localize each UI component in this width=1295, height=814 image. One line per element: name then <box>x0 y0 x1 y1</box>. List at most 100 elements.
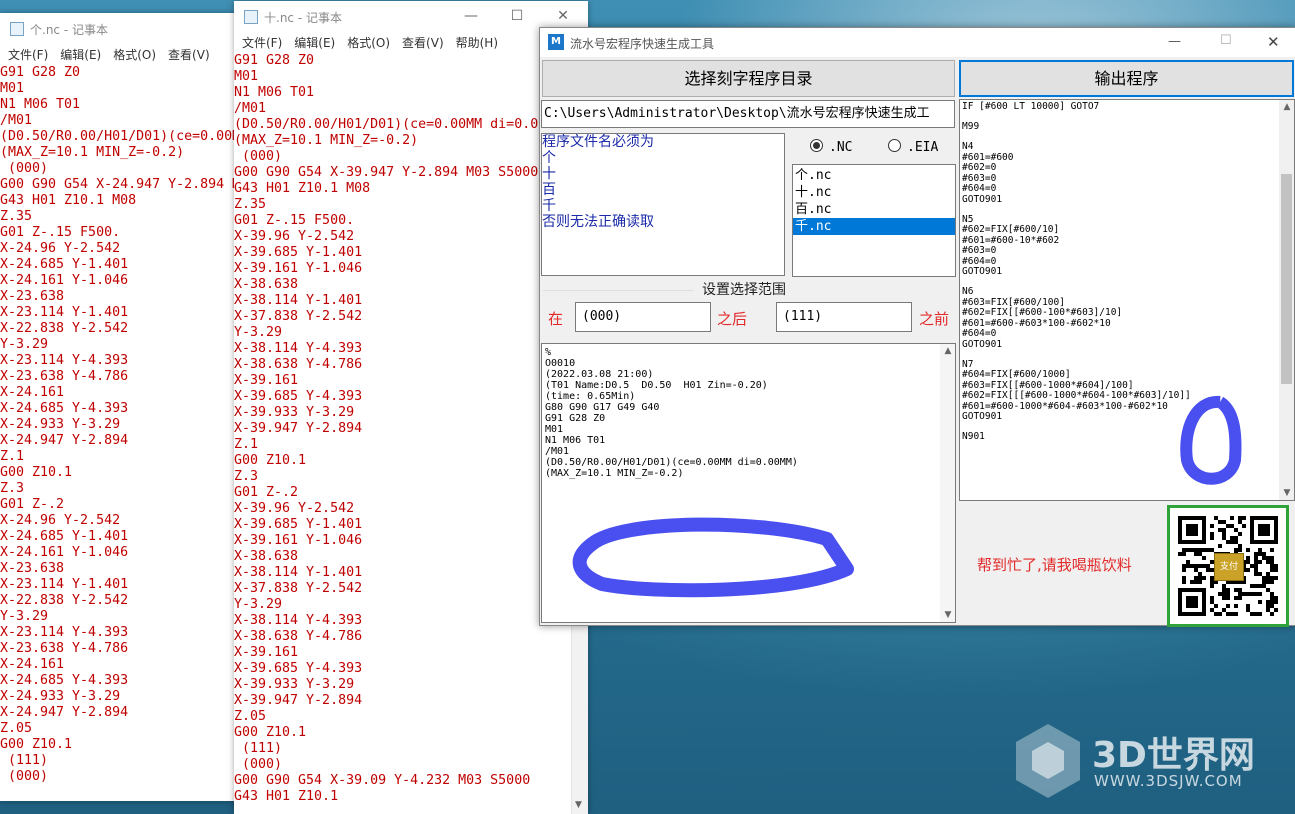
scroll-down-arrow-icon[interactable]: ▼ <box>940 608 955 622</box>
code-line: #601=#600-10*#602 <box>962 234 1060 246</box>
code-line: X-38.114 Y-4.393 <box>234 613 363 628</box>
output-program-button[interactable]: 输出程序 <box>959 60 1294 97</box>
code-line: X-38.114 Y-1.401 <box>234 293 363 308</box>
file-list[interactable]: 个.nc 十.nc 百.nc 千.nc <box>792 164 956 277</box>
code-line: (D0.50/R0.00/H01/D01)(ce=0.00MM di=0.00M… <box>234 117 571 132</box>
code-line: Y-3.29 <box>0 337 49 352</box>
label-at: 在 <box>548 310 564 328</box>
radio-eia[interactable]: .EIA <box>888 139 938 155</box>
notepad-window-shi: 十.nc - 记事本 — ☐ ✕ 文件(F) 编辑(E) 格式(O) 查看(V) 帮助(… <box>234 1 588 814</box>
radio-nc-label: .NC <box>829 140 853 155</box>
code-line: G01 Z-.2 <box>0 497 65 512</box>
code-line: Z.05 <box>0 721 33 736</box>
watermark-brand: 3D世界网 <box>1092 735 1255 776</box>
minimize-icon[interactable]: — <box>1168 34 1181 49</box>
title-bar[interactable]: 十.nc - 记事本 — ☐ ✕ <box>234 1 588 31</box>
code-line: X-24.96 Y-2.542 <box>0 241 121 256</box>
scroll-down-arrow-icon[interactable]: ▼ <box>575 800 582 810</box>
code-line: X-23.638 <box>0 561 65 576</box>
code-line: X-23.114 Y-4.393 <box>0 353 129 368</box>
code-line: Z.1 <box>234 437 259 452</box>
code-line: G00 G90 G54 X-39.947 Y-2.894 M03 S5000 <box>234 165 539 180</box>
code-line: G00 G90 G54 X-39.09 Y-4.232 M03 S5000 <box>234 773 531 788</box>
scroll-down-arrow-icon[interactable]: ▼ <box>1279 486 1294 500</box>
code-line: /M01 <box>0 113 33 128</box>
code-line: X-23.638 Y-4.786 <box>0 369 129 384</box>
program-preview[interactable]: % O0010 (2022.03.08 21:00) (T01 Name:D0.5 D… <box>541 343 956 623</box>
menu-item[interactable]: 查看(V) <box>394 31 448 51</box>
code-line: G00 Z10.1 <box>0 465 73 480</box>
range-divider <box>543 290 693 291</box>
watermark: 3D世界网 WWW.3DSJW.COM <box>1012 722 1282 802</box>
file-list-item[interactable]: 百.nc <box>793 201 955 218</box>
file-list-item[interactable]: 千.nc <box>793 218 955 235</box>
code-line: G91 G28 Z0 <box>545 413 606 424</box>
file-list-item[interactable]: 个.nc <box>793 167 955 184</box>
title-bar[interactable]: 个.nc - 记事本 <box>0 13 236 43</box>
minimize-icon[interactable]: — <box>456 5 486 27</box>
menu-item[interactable]: 格式(O) <box>105 43 160 63</box>
code-line: Y-3.29 <box>234 597 283 612</box>
serial-macro-tool-window: M 流水号宏程序快速生成工具 — ☐ ✕ 选择刻字程序目录 输出程序 C:\Us… <box>539 27 1295 627</box>
radio-eia-label: .EIA <box>907 140 939 155</box>
code-line: (MAX_Z=10.1 MIN_Z=-0.2) <box>0 145 185 160</box>
code-line: M99 <box>962 121 980 132</box>
maximize-icon[interactable]: ☐ <box>502 5 532 27</box>
maximize-icon[interactable]: ☐ <box>1220 33 1232 48</box>
close-icon[interactable]: ✕ <box>1267 33 1280 51</box>
code-line: X-23.114 Y-1.401 <box>0 305 129 320</box>
code-line: X-24.685 Y-1.401 <box>0 529 129 544</box>
note-line: 千 <box>542 198 556 214</box>
code-line: IF [#600 LT 10000] GOTO7 <box>962 101 1100 112</box>
code-line: X-39.96 Y-2.542 <box>234 501 355 516</box>
scroll-up-arrow-icon[interactable]: ▲ <box>940 344 955 358</box>
scroll-thumb[interactable] <box>1281 174 1292 384</box>
menu-item[interactable]: 文件(F) <box>0 43 52 63</box>
preview-scrollbar[interactable]: ▲ ▼ <box>940 344 955 622</box>
code-line: X-23.114 Y-1.401 <box>0 577 129 592</box>
code-line: % <box>545 347 552 358</box>
radio-nc[interactable]: .NC <box>810 139 852 155</box>
code-editor[interactable]: G91 G28 Z0 M01 N1 M06 T01/M01 (D0.50/R0.00/… <box>0 65 236 785</box>
code-line: (000) <box>234 149 283 164</box>
note-line: 百 <box>542 182 556 198</box>
menu-item[interactable]: 编辑(E) <box>286 31 339 51</box>
path-input[interactable]: C:\Users\Administrator\Desktop\流水号宏程序快速生… <box>541 100 955 128</box>
code-line: (111) <box>0 753 49 768</box>
code-line: GOTO901 <box>962 193 1003 205</box>
menu-item[interactable]: 帮助(H) <box>448 31 502 51</box>
code-line: N6 <box>962 286 974 297</box>
code-line: Y-3.29 <box>234 325 283 340</box>
menu-item[interactable]: 文件(F) <box>234 31 286 51</box>
code-line: #602=0 <box>962 162 997 173</box>
notepad-icon <box>10 22 24 36</box>
label-before: 之前 <box>919 310 950 328</box>
output-scrollbar[interactable]: ▲ ▼ <box>1279 100 1294 500</box>
menu-item[interactable]: 查看(V) <box>160 43 214 63</box>
menu-item[interactable]: 编辑(E) <box>52 43 105 63</box>
code-line: Z.05 <box>234 709 267 724</box>
redaction-scribble <box>1180 396 1242 485</box>
title-bar[interactable]: M 流水号宏程序快速生成工具 — ☐ ✕ <box>540 28 1295 57</box>
end-marker-input[interactable]: (111) <box>776 302 912 332</box>
select-directory-button[interactable]: 选择刻字程序目录 <box>542 60 955 97</box>
code-line: #604=0 <box>962 328 997 339</box>
start-marker-input[interactable]: (000) <box>575 302 711 332</box>
code-line: X-24.161 <box>0 385 65 400</box>
code-line: X-39.96 Y-2.542 <box>234 229 355 244</box>
file-list-item[interactable]: 十.nc <box>793 184 955 201</box>
code-line: X-24.96 Y-2.542 <box>0 513 121 528</box>
menu-item[interactable]: 格式(O) <box>339 31 394 51</box>
code-line: G01 Z-.15 F500. <box>234 213 355 228</box>
code-line: Z.35 <box>0 209 33 224</box>
output-program-text[interactable]: IF [#600 LT 10000] GOTO7 M99 N4 #601=#600 #6… <box>959 99 1295 501</box>
code-line: X-39.947 Y-2.894 <box>234 693 363 708</box>
code-line: X-38.114 Y-4.393 <box>234 341 363 356</box>
instruction-note: 程序文件名必须为个十百千否则无法正确读取 <box>541 133 785 276</box>
window-title: 十.nc - 记事本 <box>264 11 342 25</box>
code-line: G43 H01 Z10.1 M08 <box>234 181 371 196</box>
code-editor[interactable]: G91 G28 Z0 M01 N1 M06 T01/M01 (D0.50/R0.00/… <box>234 53 588 805</box>
code-line: X-24.947 Y-2.894 <box>0 433 129 448</box>
scroll-up-arrow-icon[interactable]: ▲ <box>1279 100 1294 114</box>
close-icon[interactable]: ✕ <box>548 5 578 27</box>
